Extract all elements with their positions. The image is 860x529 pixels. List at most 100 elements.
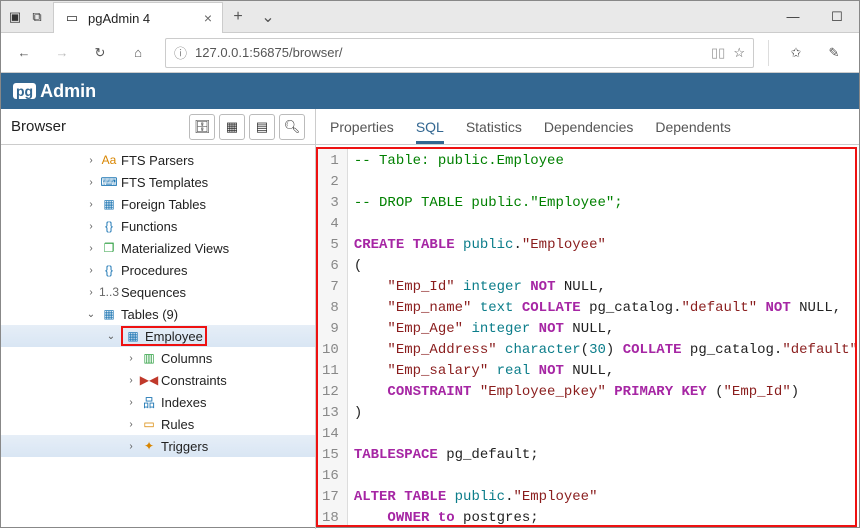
tree-item[interactable]: ›✦Triggers [1, 435, 315, 457]
tree-item[interactable]: ›AaFTS Parsers [1, 149, 315, 171]
sidebar-title: Browser [11, 118, 66, 135]
tree-item[interactable]: ›品Indexes [1, 391, 315, 413]
content-tab[interactable]: Dependents [655, 109, 731, 144]
tree-item[interactable]: › ⌨ FTS Templates [1, 171, 315, 193]
tree-item-label: Materialized Views [121, 241, 229, 256]
tree-item-label: FTS Parsers [121, 153, 194, 168]
tabs-chevron-icon[interactable]: ⌄ [253, 1, 283, 32]
caret-icon[interactable]: › [85, 287, 97, 298]
tree-item[interactable]: › ▦Foreign Tables [1, 193, 315, 215]
tree-item[interactable]: ›▶◀Constraints [1, 369, 315, 391]
code-line [354, 172, 857, 193]
app-icon-2: ⧉ [29, 9, 45, 25]
tree-item[interactable]: › {}Procedures [1, 259, 315, 281]
reading-view-icon[interactable]: ▯▯ [711, 45, 725, 61]
tree-item[interactable]: › ❐ Materialized Views [1, 237, 315, 259]
tree-item[interactable]: ⌄▦Employee [1, 325, 315, 347]
favorite-star-icon[interactable]: ☆ [733, 45, 745, 61]
code-line [354, 214, 857, 235]
sidebar-tool-filter-icon[interactable]: ▤ [249, 114, 275, 140]
tree-item-icon: {} [101, 218, 117, 234]
tree-item-label: Triggers [161, 439, 208, 454]
tree-item-label: Rules [161, 417, 194, 432]
tree-item[interactable]: › {} Functions [1, 215, 315, 237]
content-panel: Properties SQL Statistics Dependencies Depen… [316, 109, 859, 529]
notes-button[interactable]: ✎ [815, 38, 853, 68]
pgadmin-logo: pg Admin [13, 81, 96, 102]
sidebar-tool-grid-icon[interactable]: ▦ [219, 114, 245, 140]
app-header: pg Admin [1, 73, 859, 109]
code-body[interactable]: -- Table: public.Employee -- DROP TABLE p… [348, 149, 857, 527]
tree-item-label: Columns [161, 351, 212, 366]
tree-item-label: Indexes [161, 395, 207, 410]
code-block: 123456789101112131415161718 -- Table: pu… [318, 149, 855, 527]
titlebar-left: ▣ ⧉ [1, 1, 45, 32]
content-tabs: Properties SQL Statistics Dependencies Depen… [316, 109, 859, 145]
sidebar-tool-db-icon[interactable]: 🗄 [189, 114, 215, 140]
tree-item-icon: ▥ [141, 350, 157, 366]
caret-icon[interactable]: ⌄ [85, 309, 97, 320]
tree-item[interactable]: › 1..3Sequences [1, 281, 315, 303]
logo-badge: pg [13, 83, 36, 99]
content-tab[interactable]: SQL [416, 109, 444, 144]
tree-item-label: Procedures [121, 263, 187, 278]
tree-item[interactable]: › ▥ Columns [1, 347, 315, 369]
window-maximize-button[interactable]: ☐ [815, 1, 859, 32]
favorites-button[interactable]: ✩ [777, 38, 815, 68]
tree-item-label-wrap: {}Procedures [101, 262, 187, 278]
sidebar-header: Browser 🗄 ▦ ▤ 🔍︎ [1, 109, 315, 145]
url-field[interactable]: ⓘ 127.0.0.1:56875/browser/ ▯▯ ☆ [165, 38, 754, 68]
url-text: 127.0.0.1:56875/browser/ [195, 45, 342, 60]
tree-item-label: Foreign Tables [121, 197, 206, 212]
caret-icon[interactable]: › [85, 243, 97, 254]
tree-item[interactable]: ›▭Rules [1, 413, 315, 435]
caret-icon[interactable]: › [85, 155, 97, 166]
code-line: OWNER to postgres; [354, 508, 857, 527]
sql-editor[interactable]: 123456789101112131415161718 -- Table: pu… [316, 147, 857, 527]
code-line: -- Table: public.Employee [354, 151, 857, 172]
caret-icon[interactable]: › [85, 265, 97, 276]
site-info-icon[interactable]: ⓘ [174, 43, 187, 62]
close-tab-icon[interactable]: × [204, 10, 212, 26]
content-tab[interactable]: Dependencies [544, 109, 634, 144]
caret-icon[interactable]: › [125, 397, 137, 408]
tree-item-icon: ❐ [101, 240, 117, 256]
caret-icon[interactable]: › [125, 419, 137, 430]
main-area: Browser 🗄 ▦ ▤ 🔍︎ ›AaFTS Parsers›⌨FTS Tem… [1, 109, 859, 529]
content-tab[interactable]: Statistics [466, 109, 522, 144]
tree-item-label: Tables (9) [121, 307, 178, 322]
caret-icon[interactable]: › [125, 441, 137, 452]
new-tab-button[interactable]: + [223, 1, 253, 32]
code-line: CONSTRAINT "Employee_pkey" PRIMARY KEY (… [354, 382, 857, 403]
tree-item-label: FTS Templates [121, 175, 208, 190]
tree-item-label-wrap: 1..3Sequences [101, 284, 186, 300]
code-line: -- DROP TABLE public."Employee"; [354, 193, 857, 214]
tree-item-label-wrap: ▦Foreign Tables [101, 196, 206, 212]
code-line: CREATE TABLE public."Employee" [354, 235, 857, 256]
code-line: "Emp_name" text COLLATE pg_catalog."defa… [354, 298, 857, 319]
toolbar-right-buttons: ✩ ✎ [777, 38, 853, 68]
caret-icon[interactable]: › [85, 199, 97, 210]
window-minimize-button[interactable]: — [771, 1, 815, 32]
content-tab[interactable]: Properties [330, 109, 394, 144]
sidebar-tool-search-icon[interactable]: 🔍︎ [279, 114, 305, 140]
object-tree[interactable]: ›AaFTS Parsers›⌨FTS Templates›▦Foreign T… [1, 145, 315, 529]
forward-button[interactable]: → [45, 38, 79, 68]
caret-icon[interactable]: › [85, 177, 97, 188]
caret-icon[interactable]: › [125, 375, 137, 386]
tree-item-label: Functions [121, 219, 177, 234]
browser-tab-active[interactable]: ▭ pgAdmin 4 × [53, 2, 223, 33]
home-button[interactable]: ⌂ [121, 38, 155, 68]
tree-item-icon: ⌨ [101, 174, 117, 190]
refresh-button[interactable]: ↻ [83, 38, 117, 68]
line-gutter: 123456789101112131415161718 [318, 149, 348, 527]
back-button[interactable]: ← [7, 38, 41, 68]
app-icon-1: ▣ [7, 9, 23, 25]
tree-item-label: Constraints [161, 373, 227, 388]
code-line: "Emp_salary" real NOT NULL, [354, 361, 857, 382]
caret-icon[interactable]: › [125, 353, 137, 364]
caret-icon[interactable]: ⌄ [105, 331, 117, 342]
tree-item-label-wrap: ▥ Columns [141, 350, 212, 366]
tree-item[interactable]: ⌄▦Tables (9) [1, 303, 315, 325]
caret-icon[interactable]: › [85, 221, 97, 232]
